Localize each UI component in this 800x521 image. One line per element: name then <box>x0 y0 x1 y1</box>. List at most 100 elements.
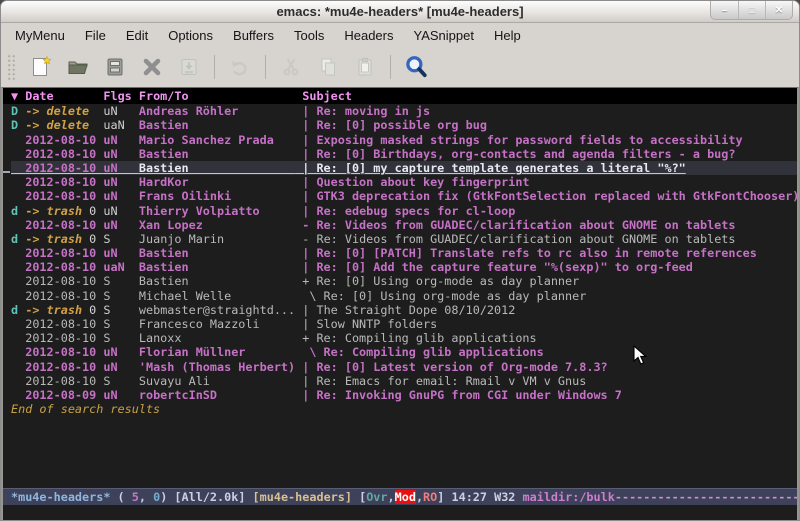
column-date[interactable]: Date <box>25 89 103 103</box>
message-from: Bastien <box>139 246 295 260</box>
message-date: 2012-08-10 <box>25 260 103 274</box>
message-mark <box>11 218 25 232</box>
modeline-segment-teal: Ovr <box>366 490 387 504</box>
dired-icon[interactable] <box>101 53 129 81</box>
close-button[interactable]: ✕ <box>765 1 792 19</box>
message-row[interactable]: 2012-08-10 uN Bastien | Re: [0] [PATCH] … <box>11 246 797 260</box>
message-row[interactable]: 2012-08-09 uN robertcInSD | Re: Invoking… <box>11 388 797 402</box>
message-row[interactable]: 2012-08-10 S Lanoxx + Re: Compiling glib… <box>11 331 797 345</box>
message-subject: | Re: [0] Latest version of Org-mode 7.8… <box>295 360 608 374</box>
message-from: Bastien <box>139 260 295 274</box>
menu-item-options[interactable]: Options <box>158 25 223 46</box>
close-buffer-icon[interactable] <box>138 53 166 81</box>
modeline-segment-path: maildir:/bulk <box>523 490 615 504</box>
message-row[interactable]: d -> trash 0 uN Thierry Volpiatto | Re: … <box>11 204 797 218</box>
message-mark <box>11 331 25 345</box>
message-flags: S <box>103 374 139 388</box>
message-row[interactable]: d -> trash 0 S webmaster@straightd... | … <box>11 303 797 317</box>
message-flags: uN <box>103 175 139 189</box>
column-flags[interactable]: Flgs <box>103 89 139 103</box>
message-row[interactable]: 2012-08-10 uN Bastien | Re: [0] my captu… <box>11 161 797 175</box>
mode-line[interactable]: *mu4e-headers* ( 5, 0) [All/2.0k] [mu4e-… <box>3 488 797 505</box>
message-subject: | Slow NNTP folders <box>295 317 437 331</box>
new-file-icon[interactable] <box>27 53 55 81</box>
message-flags: S <box>103 331 139 345</box>
menu-item-file[interactable]: File <box>75 25 116 46</box>
titlebar[interactable]: emacs: *mu4e-headers* [mu4e-headers] –□✕ <box>1 1 799 23</box>
message-subject: | Re: Emacs for email: Rmail v VM v Gnus <box>295 374 586 388</box>
message-row[interactable]: D -> delete uN Andreas Röhler | Re: movi… <box>11 104 797 118</box>
message-subject: | Re: [0] [PATCH] Translate refs to rc a… <box>295 246 757 260</box>
message-row[interactable]: 2012-08-10 uN Mario Sanchez Prada | Expo… <box>11 133 797 147</box>
message-mark: d <box>11 303 25 317</box>
echo-area[interactable] <box>3 505 797 520</box>
search-icon[interactable] <box>402 53 430 81</box>
message-flags: uN <box>103 104 139 118</box>
paste-icon <box>351 53 379 81</box>
message-subject: - Re: Videos from GUADEC/clarification a… <box>295 218 735 232</box>
message-subject: | Exposing masked strings for password f… <box>295 133 742 147</box>
emacs-frame: ▼ Date Flgs From/To Subject D -> delete … <box>1 87 799 521</box>
message-from: Florian Müllner <box>139 345 295 359</box>
message-flags: uN <box>103 388 139 402</box>
message-subject: | Re: moving in js <box>295 104 430 118</box>
message-row[interactable]: 2012-08-10 uN Florian Müllner \ Re: Comp… <box>11 345 797 359</box>
maximize-button[interactable]: □ <box>738 1 765 19</box>
message-row[interactable]: 2012-08-10 uN HardKor | Question about k… <box>11 175 797 189</box>
modeline-segment-buffer: *mu4e-headers* <box>11 490 110 504</box>
message-date: 2012-08-10 <box>25 374 103 388</box>
column-subject[interactable]: Subject <box>295 89 352 103</box>
end-of-results: End of search results <box>3 402 797 416</box>
message-row[interactable]: D -> delete uaN Bastien | Re: [0] possib… <box>11 118 797 132</box>
message-flags: uN <box>103 147 139 161</box>
message-flags: uN <box>103 345 139 359</box>
message-row[interactable]: 2012-08-10 uN Xan Lopez - Re: Videos fro… <box>11 218 797 232</box>
message-mark <box>11 374 25 388</box>
minimize-button[interactable]: – <box>711 1 738 19</box>
toolbar-grip-handle[interactable] <box>7 54 16 80</box>
message-flags: uaN <box>103 260 139 274</box>
column-from[interactable]: From/To <box>139 89 295 103</box>
menu-item-tools[interactable]: Tools <box>284 25 334 46</box>
message-row[interactable]: 2012-08-10 S Bastien + Re: [0] Using org… <box>11 274 797 288</box>
message-subject: - Re: Videos from GUADEC/clarification a… <box>295 232 735 246</box>
message-from: Francesco Mazzoli <box>139 317 295 331</box>
menu-item-headers[interactable]: Headers <box>334 25 403 46</box>
message-row[interactable]: 2012-08-10 uN 'Mash (Thomas Herbert) | R… <box>11 360 797 374</box>
message-row[interactable]: 2012-08-10 S Francesco Mazzoli | Slow NN… <box>11 317 797 331</box>
menu-bar: MyMenuFileEditOptionsBuffersToolsHeaders… <box>1 23 799 47</box>
menu-item-help[interactable]: Help <box>484 25 531 46</box>
message-mark <box>11 175 25 189</box>
message-mark <box>11 274 25 288</box>
message-subject: | The Straight Dope 08/10/2012 <box>295 303 515 317</box>
message-mark: D <box>11 118 25 132</box>
modeline-segment-mod: Mod <box>395 490 416 504</box>
menu-item-yasnippet[interactable]: YASnippet <box>403 25 483 46</box>
message-row[interactable]: d -> trash 0 S Juanjo Marin - Re: Videos… <box>11 232 797 246</box>
modeline-segment-ro: RO <box>423 490 437 504</box>
message-mark: D <box>11 104 25 118</box>
menu-item-buffers[interactable]: Buffers <box>223 25 284 46</box>
message-mark <box>11 246 25 260</box>
toolbar-separator <box>214 55 215 79</box>
message-subject: | Re: [0] my capture template generates … <box>295 161 686 175</box>
message-subject: | Re: edebug specs for cl-loop <box>295 204 515 218</box>
message-flags: uN <box>103 246 139 260</box>
open-file-icon[interactable] <box>64 53 92 81</box>
message-subject: | Re: Invoking GnuPG from CGI under Wind… <box>295 388 622 402</box>
message-subject: | Re: [0] possible org bug <box>295 118 487 132</box>
message-row[interactable]: 2012-08-10 uN Frans Oilinki | GTK3 depre… <box>11 189 797 203</box>
modeline-segment-plain: , <box>388 490 395 504</box>
message-row[interactable]: 2012-08-10 S Suvayu Ali | Re: Emacs for … <box>11 374 797 388</box>
sort-indicator[interactable]: ▼ <box>11 89 25 103</box>
message-row[interactable]: 2012-08-10 S Michael Welle \ Re: [0] Usi… <box>11 289 797 303</box>
window-controls: –□✕ <box>710 1 793 20</box>
message-row[interactable]: 2012-08-10 uN Bastien | Re: [0] Birthday… <box>11 147 797 161</box>
message-row[interactable]: 2012-08-10 uaN Bastien | Re: [0] Add the… <box>11 260 797 274</box>
message-from: Frans Oilinki <box>139 189 295 203</box>
menu-item-mymenu[interactable]: MyMenu <box>5 25 75 46</box>
header-line[interactable]: ▼ Date Flgs From/To Subject <box>3 88 797 104</box>
message-flags: S <box>103 232 139 246</box>
menu-item-edit[interactable]: Edit <box>116 25 158 46</box>
message-from: Bastien <box>139 161 295 175</box>
